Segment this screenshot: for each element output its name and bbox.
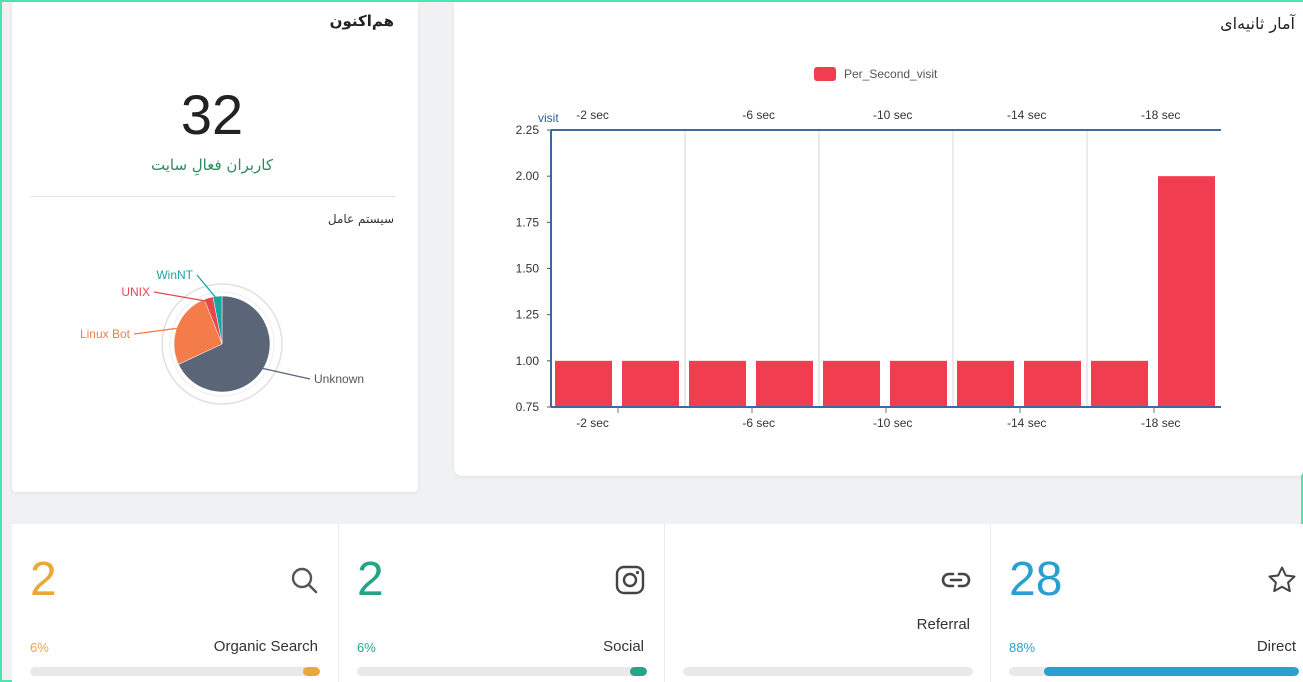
metric-progress-track	[357, 667, 647, 676]
active-users-count: 32	[180, 83, 244, 146]
bar[interactable]	[890, 360, 947, 407]
metric-referral: Referral	[664, 524, 986, 682]
y-axis-label: visit	[538, 111, 559, 125]
x-tick-label-top: -10 sec	[873, 108, 912, 122]
now-card-title: هم‌اکنون	[329, 12, 394, 30]
bar[interactable]	[689, 360, 746, 407]
legend-swatch[interactable]	[814, 67, 836, 81]
y-tick-label: 2.25	[516, 123, 540, 137]
traffic-sources-row: 2 6% Organic Search 2 6% Social Referral…	[12, 524, 1303, 682]
metric-percent: 6%	[357, 640, 376, 655]
instagram-icon	[615, 565, 645, 595]
bar[interactable]	[1024, 360, 1081, 407]
link-icon	[941, 572, 971, 588]
per-second-bar-chart: Per_Second_visitvisit 0.75 1.00 1.25 1.50 1.7…	[516, 67, 1221, 430]
metric-percent: 88%	[1009, 640, 1036, 655]
y-tick-label: 1.75	[516, 215, 540, 229]
metric-percent: 6%	[30, 640, 49, 655]
x-tick-label-bottom: -6 sec	[742, 416, 775, 430]
metric-value: 2	[357, 553, 384, 606]
metric-progress-fill	[629, 667, 647, 676]
bar[interactable]	[756, 360, 813, 407]
star-icon	[1268, 566, 1296, 593]
os-pie-chart: Unknown Linux Bot UNIX WinNT	[80, 268, 364, 405]
pie-label: Unknown	[314, 372, 364, 386]
metric-progress-fill	[1043, 667, 1299, 676]
os-title: سیستم عامل	[327, 212, 394, 226]
metric-value: 2	[30, 553, 57, 606]
y-tick-label: 2.00	[516, 169, 540, 183]
metric-progress-fill	[302, 667, 320, 676]
metric-label: Social	[603, 638, 644, 655]
x-tick-label-top: -6 sec	[742, 108, 775, 122]
pie-leader-line	[259, 366, 311, 380]
metric-progress-track	[683, 667, 973, 676]
legend-label[interactable]: Per_Second_visit	[844, 67, 938, 81]
stats-card-title: آمار ثانیه‌ای	[1220, 14, 1295, 33]
x-tick-label-bottom: -14 sec	[1007, 416, 1046, 430]
bar[interactable]	[1091, 360, 1148, 407]
per-second-stats-card: آمار ثانیه‌ای Per_Second_visitvisit 0.75 1…	[454, 2, 1303, 476]
now-card: هم‌اکنون 32 کاربران فعالِ سایت سیستم عام…	[12, 2, 418, 492]
y-tick-label: 1.00	[516, 354, 540, 368]
y-tick-label: 1.25	[516, 308, 540, 322]
x-tick-label-top: -14 sec	[1007, 108, 1046, 122]
x-tick-label-top: -18 sec	[1141, 108, 1180, 122]
bar[interactable]	[823, 360, 880, 407]
metric-label: Organic Search	[213, 638, 318, 655]
metric-label: Referral	[916, 616, 970, 633]
active-users-label: کاربران فعالِ سایت	[150, 156, 274, 174]
bar[interactable]	[555, 360, 612, 407]
metric-social: 2 6% Social	[338, 524, 660, 682]
metric-organic-search: 2 6% Organic Search	[12, 524, 334, 682]
pie-label: Linux Bot	[80, 327, 131, 341]
x-tick-label-bottom: -10 sec	[873, 416, 912, 430]
y-tick-label: 1.50	[516, 262, 540, 276]
bar[interactable]	[957, 360, 1014, 407]
divider	[30, 196, 396, 197]
metric-progress-track	[1009, 667, 1299, 676]
metric-direct: 28 88% Direct	[990, 524, 1303, 682]
metric-value: 28	[1009, 553, 1063, 606]
x-tick-label-bottom: -18 sec	[1141, 416, 1180, 430]
y-tick-label: 0.75	[516, 400, 540, 414]
bar[interactable]	[622, 360, 679, 407]
pie-label: UNIX	[121, 285, 150, 299]
x-tick-label-bottom: -2 sec	[576, 416, 609, 430]
x-tick-label-top: -2 sec	[576, 108, 609, 122]
metric-label: Direct	[1256, 638, 1296, 655]
metric-progress-track	[30, 667, 320, 676]
pie-label: WinNT	[156, 268, 193, 282]
search-icon	[291, 567, 318, 594]
bar[interactable]	[1158, 176, 1215, 407]
